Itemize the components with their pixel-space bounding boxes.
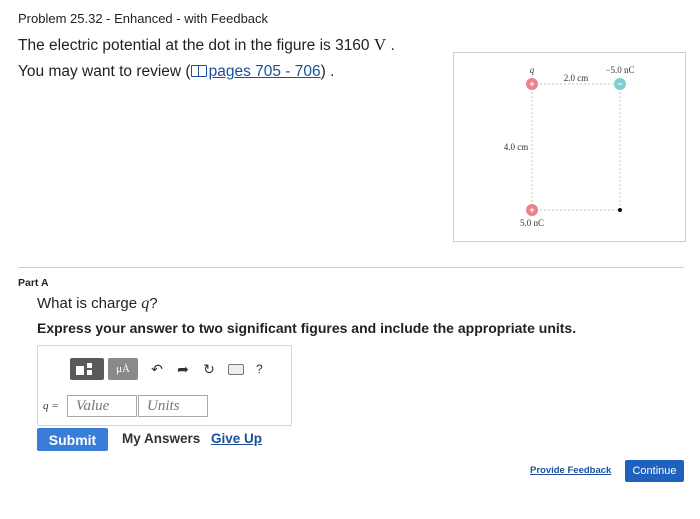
problem-header: Problem 25.32 - Enhanced - with Feedback — [18, 11, 269, 26]
statement-text: The electric potential at the dot in the… — [18, 37, 370, 54]
book-icon — [190, 65, 207, 77]
question: What is charge q? — [37, 295, 158, 313]
label-bottom-charge: 5.0 nC — [520, 218, 544, 228]
statement-unit: V — [373, 35, 387, 54]
charge-figure: + − + q −5.0 nC 2.0 cm 4.0 cm 5.0 nC — [453, 52, 686, 242]
problem-statement: The electric potential at the dot in the… — [18, 35, 395, 55]
review-suffix: ) . — [320, 63, 335, 80]
question-prefix: What is charge — [37, 295, 138, 312]
charge-q-sign: + — [529, 79, 534, 89]
divider — [18, 267, 684, 268]
label-q: q — [530, 65, 535, 75]
instruction: Express your answer to two significant f… — [37, 320, 577, 336]
math-toolbar: μȦ ↶ ➦ ↻ ? — [70, 358, 263, 380]
label-vertical-distance: 4.0 cm — [504, 142, 529, 152]
review-link-text: pages 705 - 706 — [208, 63, 321, 80]
part-label: Part A — [18, 277, 49, 289]
label-horizontal-distance: 2.0 cm — [564, 73, 589, 83]
label-negative-charge: −5.0 nC — [605, 65, 634, 75]
figure-svg: + − + q −5.0 nC 2.0 cm 4.0 cm 5.0 nC — [504, 65, 635, 228]
units-input[interactable] — [138, 395, 208, 417]
my-answers-label: My Answers — [122, 431, 201, 446]
review-pages-link[interactable]: pages 705 - 706 — [190, 63, 321, 80]
undo-icon[interactable]: ↶ — [150, 361, 164, 378]
units-button[interactable]: μȦ — [108, 358, 138, 380]
submit-button[interactable]: Submit — [37, 428, 108, 451]
continue-button[interactable]: Continue — [625, 460, 684, 482]
provide-feedback-link[interactable]: Provide Feedback — [530, 465, 611, 476]
template-button[interactable] — [70, 358, 104, 380]
answer-field-row: q = — [43, 395, 208, 417]
potential-dot — [618, 208, 622, 212]
help-button[interactable]: ? — [256, 362, 263, 376]
review-line: You may want to review ( pages 705 - 706)… — [18, 63, 334, 81]
answer-box: μȦ ↶ ➦ ↻ ? q = — [37, 345, 292, 426]
charge-negative-sign: − — [617, 79, 622, 89]
give-up-link[interactable]: Give Up — [211, 431, 262, 446]
redo-icon[interactable]: ➦ — [176, 361, 190, 378]
keyboard-icon[interactable] — [228, 363, 244, 375]
statement-suffix: . — [390, 37, 395, 54]
template-icon — [76, 366, 84, 375]
charge-bottom-sign: + — [529, 205, 534, 215]
answer-var-label: q = — [43, 400, 59, 412]
question-suffix: ? — [149, 295, 158, 312]
reset-icon[interactable]: ↻ — [202, 361, 216, 378]
review-prefix: You may want to review ( — [18, 63, 191, 80]
value-input[interactable] — [67, 395, 137, 417]
